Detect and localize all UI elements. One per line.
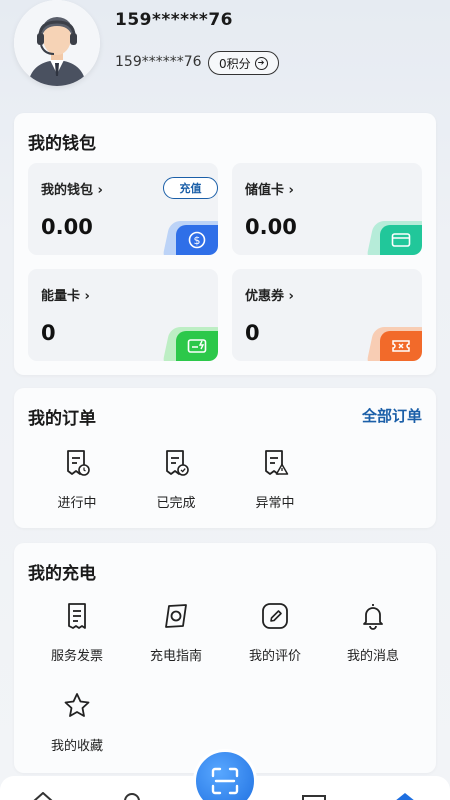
charging-item-label: 充电指南 <box>149 649 202 664</box>
avatar[interactable] <box>14 0 100 86</box>
chevron-right-icon: › <box>84 289 90 304</box>
orders-section: 我的订单 全部订单 进行中 已完成 异常中 <box>14 388 436 528</box>
edit-review-icon <box>262 603 288 629</box>
wallet-tile-energy-card[interactable]: 能量卡 › 0 <box>28 269 218 361</box>
order-completed-icon <box>166 450 189 476</box>
wallet-tile-coupon[interactable]: 优惠券 › 0 <box>232 269 422 361</box>
charging-title: 我的充电 <box>28 564 96 584</box>
service-invoice[interactable]: 服务发票 <box>32 601 122 664</box>
order-label: 进行中 <box>57 496 97 511</box>
svg-text:$: $ <box>194 234 201 247</box>
guide-icon <box>165 604 187 628</box>
order-in-progress-icon <box>67 450 90 476</box>
charging-item-label: 我的评价 <box>248 649 301 664</box>
orders-title: 我的订单 <box>28 409 96 429</box>
order-exception-icon <box>265 450 289 475</box>
order-label: 异常中 <box>255 496 295 511</box>
all-orders-link[interactable]: 全部订单 <box>362 405 422 426</box>
charging-item-label: 我的收藏 <box>50 739 103 754</box>
chevron-right-icon: › <box>288 183 294 198</box>
wallet-section: 我的钱包 我的钱包 › 充值 0.00 $ 储值卡 › 0.00 能量卡 › 0… <box>14 113 436 375</box>
bell-icon <box>363 604 383 630</box>
invoice-icon <box>68 603 86 629</box>
points-label: 0积分 <box>219 56 251 71</box>
order-completed[interactable]: 已完成 <box>131 448 221 511</box>
profile-header: 159******76 159******76 0积分 ➔ <box>0 0 450 100</box>
username: 159******76 <box>115 10 233 30</box>
dollar-coin-icon: $ <box>176 225 218 255</box>
wallet-tile-balance[interactable]: 我的钱包 › 充值 0.00 $ <box>28 163 218 255</box>
recharge-button[interactable]: 充值 <box>163 177 218 199</box>
tile-label: 储值卡 <box>245 183 285 198</box>
my-reviews[interactable]: 我的评价 <box>230 601 320 664</box>
orders-nav-icon[interactable] <box>302 795 326 800</box>
wallet-tile-stored-card[interactable]: 储值卡 › 0.00 <box>232 163 422 255</box>
charging-guide[interactable]: 充电指南 <box>131 601 221 664</box>
phone-number: 159******76 <box>115 54 202 70</box>
home-icon[interactable] <box>32 792 54 800</box>
card-icon <box>380 225 422 255</box>
tile-value: 0 <box>245 321 260 345</box>
tile-value: 0 <box>41 321 56 345</box>
scan-icon <box>211 767 239 795</box>
energy-card-icon <box>176 331 218 361</box>
order-in-progress[interactable]: 进行中 <box>32 448 122 511</box>
my-favorites[interactable]: 我的收藏 <box>32 691 122 754</box>
order-label: 已完成 <box>156 496 196 511</box>
charging-item-label: 我的消息 <box>346 649 399 664</box>
tile-value: 0.00 <box>245 215 297 239</box>
profile-nav-icon[interactable] <box>392 792 418 800</box>
charging-item-label: 服务发票 <box>50 649 103 664</box>
arrow-right-circle-icon: ➔ <box>254 56 268 70</box>
tile-label: 能量卡 <box>41 289 81 304</box>
order-exception[interactable]: 异常中 <box>230 448 320 511</box>
star-icon <box>64 693 90 717</box>
points-button[interactable]: 0积分 ➔ <box>208 51 279 75</box>
wallet-title: 我的钱包 <box>28 134 96 154</box>
map-pin-icon[interactable] <box>121 792 143 800</box>
tile-label: 优惠券 <box>245 289 285 304</box>
tile-label: 我的钱包 <box>41 183 94 198</box>
my-messages[interactable]: 我的消息 <box>328 601 418 664</box>
tile-value: 0.00 <box>41 215 93 239</box>
charging-section: 我的充电 服务发票 充电指南 我的评价 我的消息 我的收藏 <box>14 543 436 773</box>
coupon-icon <box>380 331 422 361</box>
chevron-right-icon: › <box>288 289 294 304</box>
chevron-right-icon: › <box>97 183 103 198</box>
